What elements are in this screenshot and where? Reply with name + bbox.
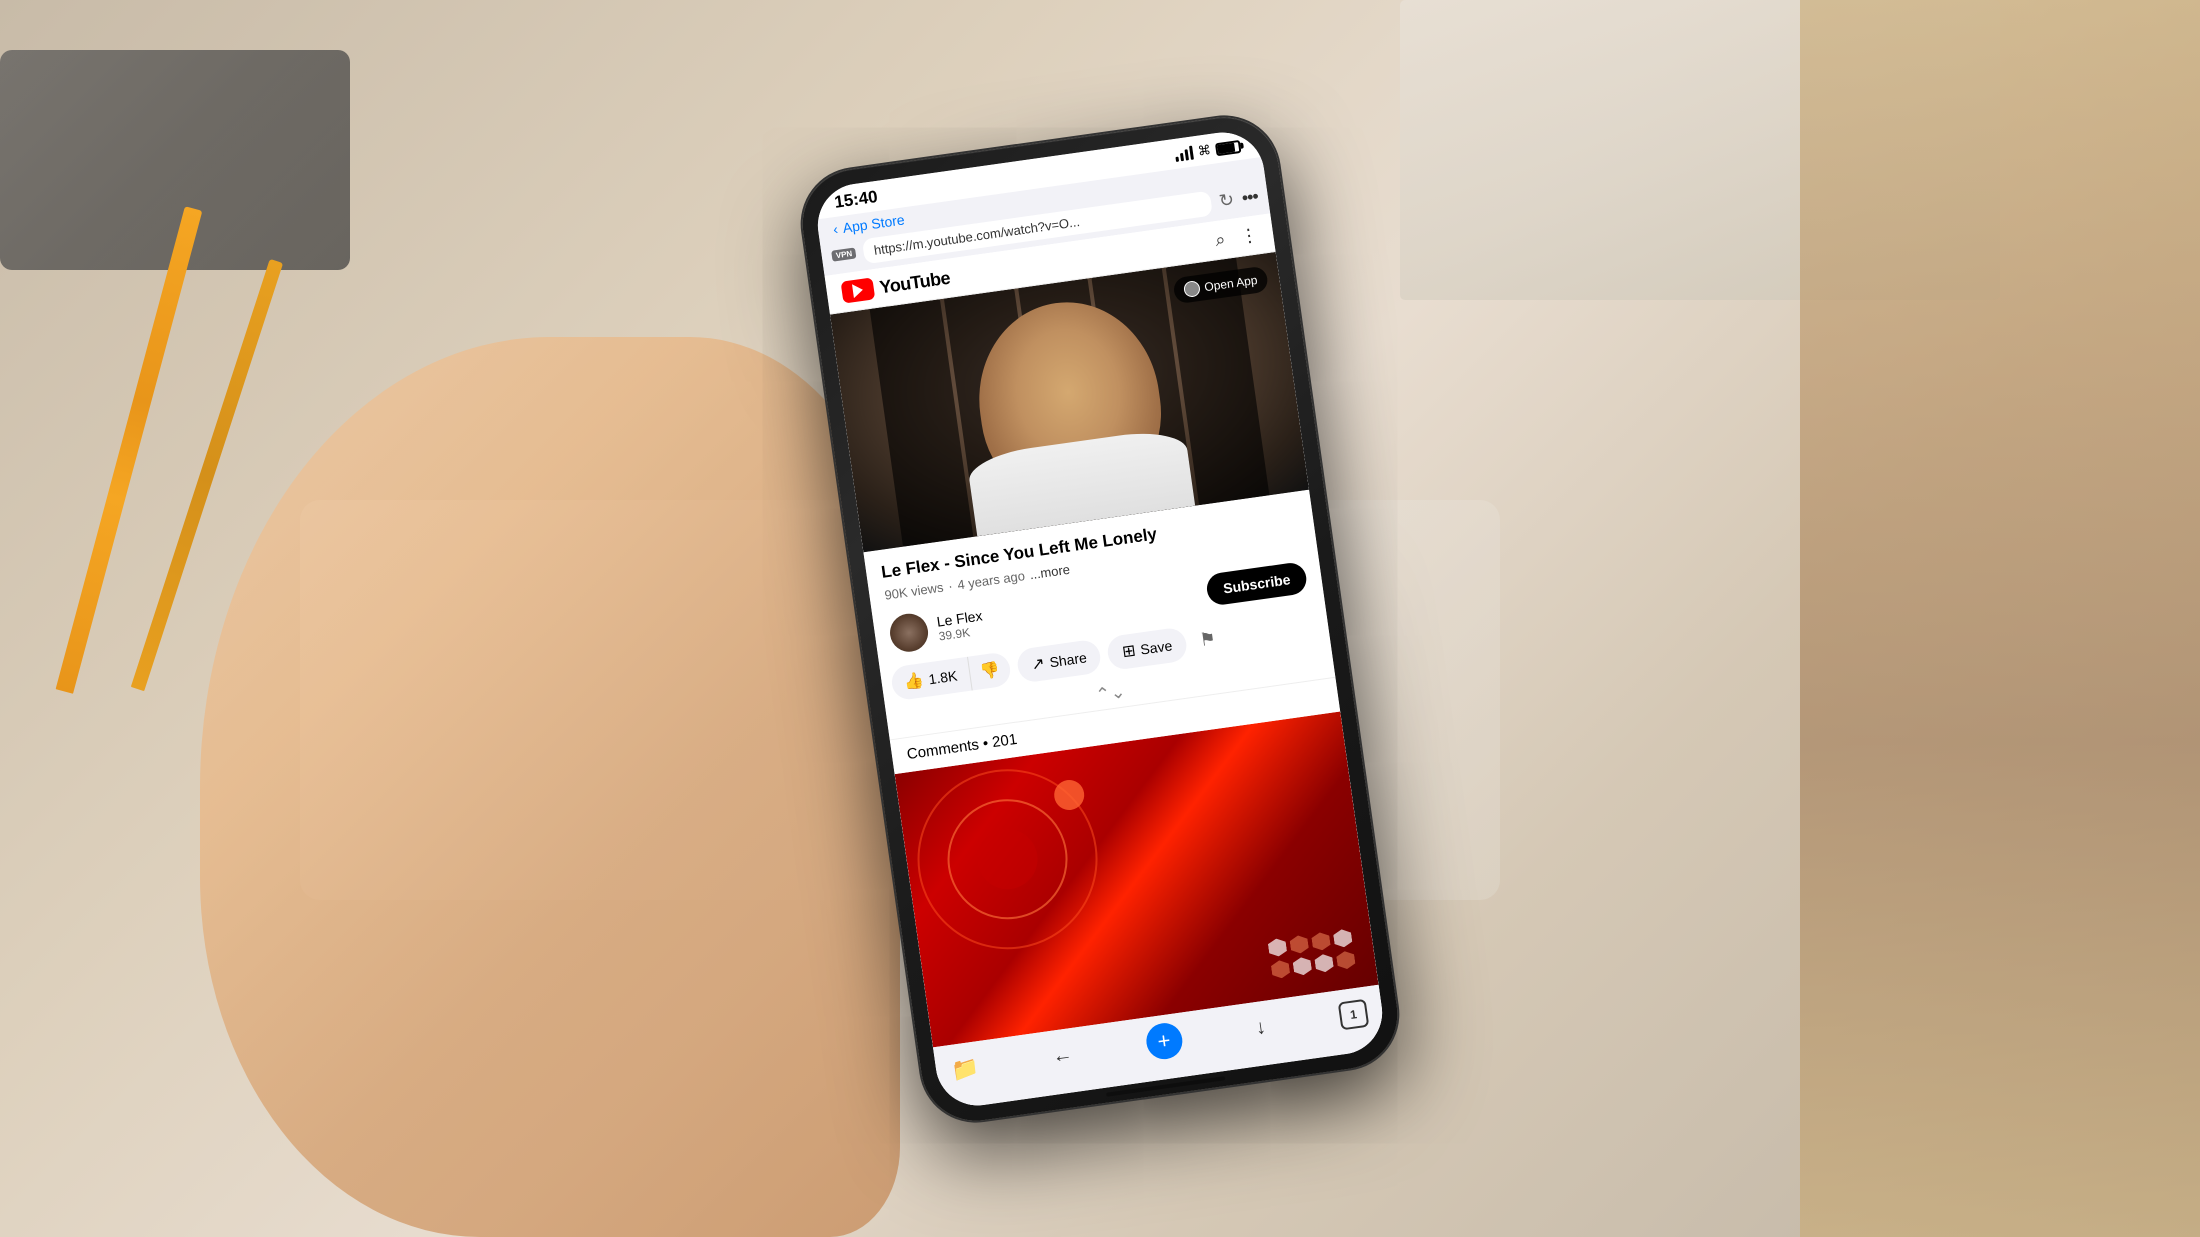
open-app-avatar-icon <box>1183 280 1201 298</box>
tabs-count-badge[interactable]: 1 <box>1338 998 1370 1030</box>
thumbs-down-icon: 👎 <box>979 661 1001 681</box>
thumbs-up-icon: 👍 <box>903 669 926 692</box>
vpn-badge: VPN <box>831 247 857 261</box>
comments-label: Comments • 201 <box>906 730 1018 762</box>
subscribe-button[interactable]: Subscribe <box>1205 561 1308 607</box>
status-icons: ⌘ <box>1174 137 1242 162</box>
youtube-logo: YouTube <box>841 266 952 303</box>
share-label: Share <box>1048 648 1087 669</box>
save-label: Save <box>1139 636 1173 656</box>
channel-avatar <box>888 611 931 654</box>
youtube-icon-box <box>841 277 876 303</box>
open-app-label: Open App <box>1203 272 1258 293</box>
reload-button[interactable]: ↻ <box>1218 189 1236 212</box>
video-views: 90K views <box>884 579 945 602</box>
battery-icon <box>1215 139 1242 155</box>
share-button[interactable]: ↗ Share <box>1015 638 1103 683</box>
dislike-button[interactable]: 👎 <box>967 650 1012 689</box>
back-navigation-button[interactable]: ← <box>1051 1042 1074 1068</box>
like-count: 1.8K <box>927 667 958 687</box>
video-more-link[interactable]: ...more <box>1029 561 1071 581</box>
more-button[interactable]: ••• <box>1241 186 1260 209</box>
status-time: 15:40 <box>833 186 879 212</box>
keyboard-bg <box>0 50 350 270</box>
like-button[interactable]: 👍 1.8K <box>890 656 972 700</box>
share-icon: ↗ <box>1030 652 1046 674</box>
flag-button[interactable]: ⚑ <box>1191 620 1224 659</box>
youtube-header-icons: ⌕ ⋮ <box>1214 223 1260 250</box>
youtube-wordmark: YouTube <box>878 267 951 298</box>
folder-icon[interactable]: 📁 <box>950 1054 981 1084</box>
signal-bars <box>1174 145 1194 161</box>
download-button[interactable]: ↓ <box>1254 1015 1267 1039</box>
youtube-more-icon[interactable]: ⋮ <box>1239 223 1260 246</box>
youtube-play-icon <box>852 282 864 297</box>
video-dot-separator: · <box>947 578 953 593</box>
channel-details: Le Flex 39.9K <box>936 607 986 643</box>
plus-icon: + <box>1156 1027 1172 1055</box>
wifi-icon: ⌘ <box>1197 142 1212 160</box>
channel-info[interactable]: Le Flex 39.9K <box>888 603 986 654</box>
save-icon: ⊞ <box>1121 640 1137 662</box>
back-arrow-icon[interactable]: ‹ <box>832 220 839 236</box>
save-button[interactable]: ⊞ Save <box>1106 626 1188 671</box>
wood-right <box>1800 0 2200 1237</box>
hand-bg <box>200 337 900 1237</box>
new-tab-button[interactable]: + <box>1144 1020 1185 1061</box>
video-content: Open App Le Flex - Since You Left Me Lon… <box>830 251 1388 1110</box>
youtube-search-icon[interactable]: ⌕ <box>1214 228 1227 250</box>
collapse-icon: ⌃⌄ <box>1094 681 1127 706</box>
